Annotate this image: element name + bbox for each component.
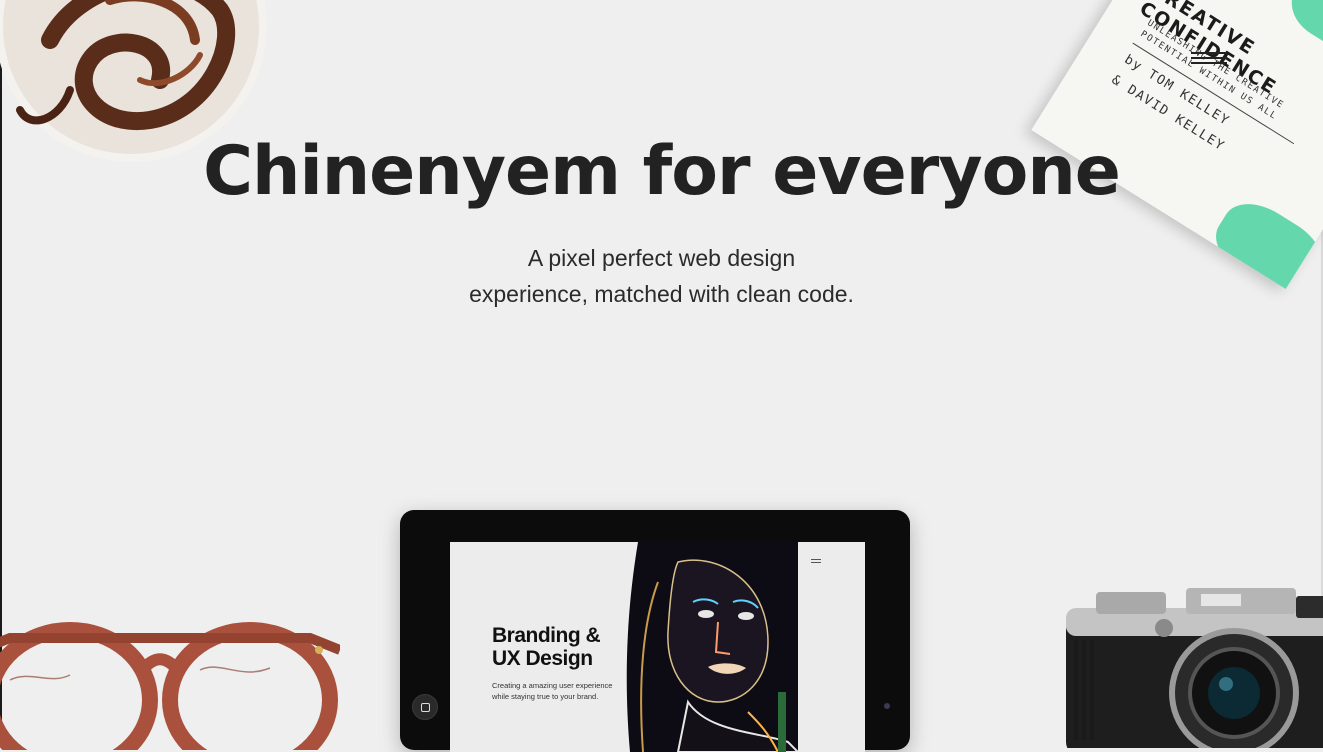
hero-subtitle: A pixel perfect web design experience, m… <box>0 240 1323 312</box>
neon-portrait-image <box>618 542 798 752</box>
tablet-heading-line-2: UX Design <box>492 647 593 670</box>
tablet-description: Creating a amazing user experience while… <box>492 680 632 702</box>
menu-icon[interactable] <box>1191 52 1227 66</box>
tablet-description-line-2: while staying true to your brand. <box>492 692 599 701</box>
tablet-description-line-1: Creating a amazing user experience <box>492 681 613 690</box>
hero-subtitle-line-1: A pixel perfect web design <box>527 245 796 271</box>
tablet-mockup: Branding & UX Design Creating a amazing … <box>400 510 910 752</box>
tablet-camera-dot <box>884 703 890 709</box>
tablet-menu-icon[interactable] <box>811 559 821 565</box>
hero-title: Chinenyem for everyone <box>203 132 1121 211</box>
tablet-heading-line-1: Branding & <box>492 624 601 647</box>
tablet-screen: Branding & UX Design Creating a amazing … <box>450 542 865 752</box>
hero-subtitle-line-2: experience, matched with clean code. <box>469 281 854 307</box>
tablet-heading: Branding & UX Design <box>492 624 642 670</box>
tablet-home-button[interactable] <box>412 694 438 720</box>
camera-image <box>1066 588 1323 748</box>
eyeglasses-image <box>0 622 340 750</box>
